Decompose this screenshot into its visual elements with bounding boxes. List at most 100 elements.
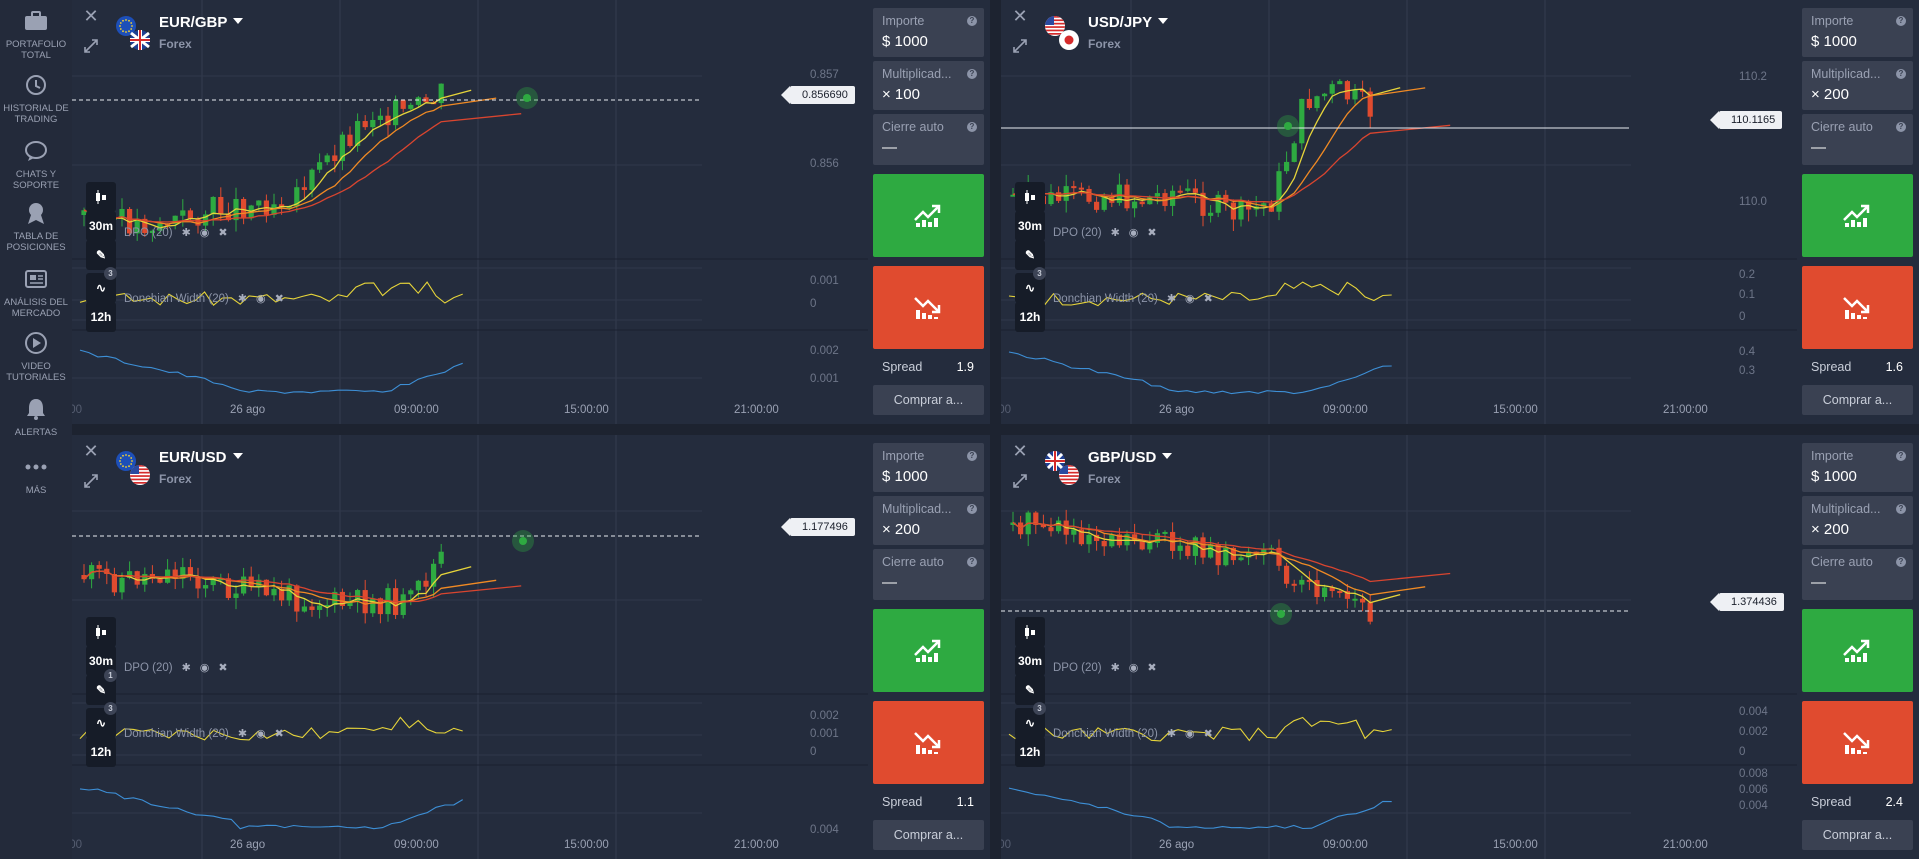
close-icon[interactable]: ✖ (218, 661, 227, 674)
close-panel-icon[interactable]: ✕ (1012, 442, 1028, 460)
amount-field[interactable]: Importe $ 1000? (1802, 8, 1913, 57)
sidebar-item-history[interactable]: HISTORIAL DE TRADING (0, 72, 72, 125)
expand-icon[interactable] (1012, 473, 1028, 489)
help-icon[interactable]: ? (1896, 122, 1906, 132)
eye-icon[interactable]: ◉ (1129, 226, 1139, 239)
amount-field[interactable]: Importe $ 1000? (873, 8, 984, 57)
close-icon[interactable]: ✖ (275, 292, 284, 305)
expand-icon[interactable] (1012, 38, 1028, 54)
chart-area[interactable] (1001, 0, 1797, 424)
buy-button[interactable] (873, 174, 984, 257)
sidebar-item-bell[interactable]: ALERTAS (0, 396, 72, 438)
auto-close-field[interactable]: Cierre auto —? (1802, 549, 1913, 600)
multiplier-field[interactable]: Multiplicad... × 200? (1802, 496, 1913, 545)
buy-at-button[interactable]: Comprar a... (873, 385, 984, 415)
help-icon[interactable]: ? (1896, 504, 1906, 514)
asset-selector[interactable]: EUR/GBP (159, 14, 244, 31)
eye-icon[interactable]: ◉ (200, 661, 210, 674)
period-button[interactable]: 12h (86, 302, 116, 332)
gear-icon[interactable]: ✱ (1167, 727, 1176, 740)
gear-icon[interactable]: ✱ (1111, 226, 1120, 239)
sidebar-item-chat[interactable]: CHATS Y SOPORTE (0, 138, 72, 191)
help-icon[interactable]: ? (967, 504, 977, 514)
gear-icon[interactable]: ✱ (182, 661, 191, 674)
drawing-tools-button[interactable]: ✎ 1 (86, 669, 117, 705)
chart-type-button[interactable] (1015, 182, 1045, 212)
asset-selector[interactable]: EUR/USD (159, 449, 243, 466)
help-icon[interactable]: ? (1896, 16, 1906, 26)
timeframe-button[interactable]: 30m (1015, 211, 1045, 241)
buy-at-button[interactable]: Comprar a... (1802, 385, 1913, 415)
buy-button[interactable] (1802, 609, 1913, 692)
multiplier-field[interactable]: Multiplicad... × 200? (1802, 61, 1913, 110)
asset-selector[interactable]: GBP/USD (1088, 449, 1173, 466)
period-button[interactable]: 12h (86, 737, 116, 767)
multiplier-field[interactable]: Multiplicad... × 200? (873, 496, 984, 545)
eye-icon[interactable]: ◉ (1185, 727, 1195, 740)
chart-type-button[interactable] (1015, 617, 1045, 647)
close-icon[interactable]: ✖ (1204, 727, 1213, 740)
sidebar-item-news[interactable]: ANÁLISIS DEL MERCADO (0, 266, 72, 319)
close-icon[interactable]: ✖ (275, 727, 284, 740)
sidebar-item-play[interactable]: VIDEO TUTORIALES (0, 330, 72, 383)
asset-selector[interactable]: USD/JPY (1088, 14, 1169, 31)
close-icon[interactable]: ✖ (1147, 661, 1156, 674)
drawing-tools-button[interactable]: ✎ (86, 240, 116, 270)
gear-icon[interactable]: ✱ (1111, 661, 1120, 674)
help-icon[interactable]: ? (1896, 69, 1906, 79)
eye-icon[interactable]: ◉ (1129, 661, 1139, 674)
drawing-tools-button[interactable]: ✎ (1015, 240, 1045, 270)
eye-icon[interactable]: ◉ (256, 727, 266, 740)
sell-button[interactable] (1802, 701, 1913, 784)
help-icon[interactable]: ? (967, 16, 977, 26)
help-icon[interactable]: ? (1896, 451, 1906, 461)
gear-icon[interactable]: ✱ (238, 727, 247, 740)
auto-close-field[interactable]: Cierre auto —? (873, 549, 984, 600)
indicators-button[interactable]: ∿ 3 (86, 267, 117, 303)
timeframe-button[interactable]: 30m (1015, 646, 1045, 676)
sell-button[interactable] (1802, 266, 1913, 349)
buy-button[interactable] (873, 609, 984, 692)
chart-type-button[interactable] (86, 182, 116, 212)
close-icon[interactable]: ✖ (1147, 226, 1156, 239)
gear-icon[interactable]: ✱ (1167, 292, 1176, 305)
buy-at-button[interactable]: Comprar a... (1802, 820, 1913, 850)
auto-close-field[interactable]: Cierre auto —? (873, 114, 984, 165)
amount-field[interactable]: Importe $ 1000? (873, 443, 984, 492)
period-button[interactable]: 12h (1015, 737, 1045, 767)
close-icon[interactable]: ✖ (218, 226, 227, 239)
close-panel-icon[interactable]: ✕ (83, 442, 99, 460)
buy-at-button[interactable]: Comprar a... (873, 820, 984, 850)
help-icon[interactable]: ? (1896, 557, 1906, 567)
amount-field[interactable]: Importe $ 1000? (1802, 443, 1913, 492)
multiplier-field[interactable]: Multiplicad... × 100? (873, 61, 984, 110)
sidebar-item-award[interactable]: TABLA DE POSICIONES (0, 200, 72, 253)
gear-icon[interactable]: ✱ (182, 226, 191, 239)
indicators-button[interactable]: ∿ 3 (86, 702, 117, 738)
chart-area[interactable] (72, 435, 868, 859)
sidebar-item-briefcase[interactable]: PORTAFOLIO TOTAL (0, 8, 72, 61)
drawing-tools-button[interactable]: ✎ (1015, 675, 1045, 705)
sidebar-item-more[interactable]: MÁS (0, 454, 72, 496)
period-button[interactable]: 12h (1015, 302, 1045, 332)
help-icon[interactable]: ? (967, 451, 977, 461)
auto-close-field[interactable]: Cierre auto —? (1802, 114, 1913, 165)
chart-area[interactable] (1001, 435, 1797, 859)
chart-type-button[interactable] (86, 617, 116, 647)
expand-icon[interactable] (83, 38, 99, 54)
close-icon[interactable]: ✖ (1204, 292, 1213, 305)
expand-icon[interactable] (83, 473, 99, 489)
help-icon[interactable]: ? (967, 122, 977, 132)
sell-button[interactable] (873, 701, 984, 784)
chart-area[interactable] (72, 0, 868, 424)
close-panel-icon[interactable]: ✕ (1012, 7, 1028, 25)
gear-icon[interactable]: ✱ (238, 292, 247, 305)
eye-icon[interactable]: ◉ (256, 292, 266, 305)
indicators-button[interactable]: ∿ 3 (1015, 702, 1046, 738)
buy-button[interactable] (1802, 174, 1913, 257)
help-icon[interactable]: ? (967, 69, 977, 79)
help-icon[interactable]: ? (967, 557, 977, 567)
eye-icon[interactable]: ◉ (200, 226, 210, 239)
eye-icon[interactable]: ◉ (1185, 292, 1195, 305)
timeframe-button[interactable]: 30m (86, 211, 116, 241)
